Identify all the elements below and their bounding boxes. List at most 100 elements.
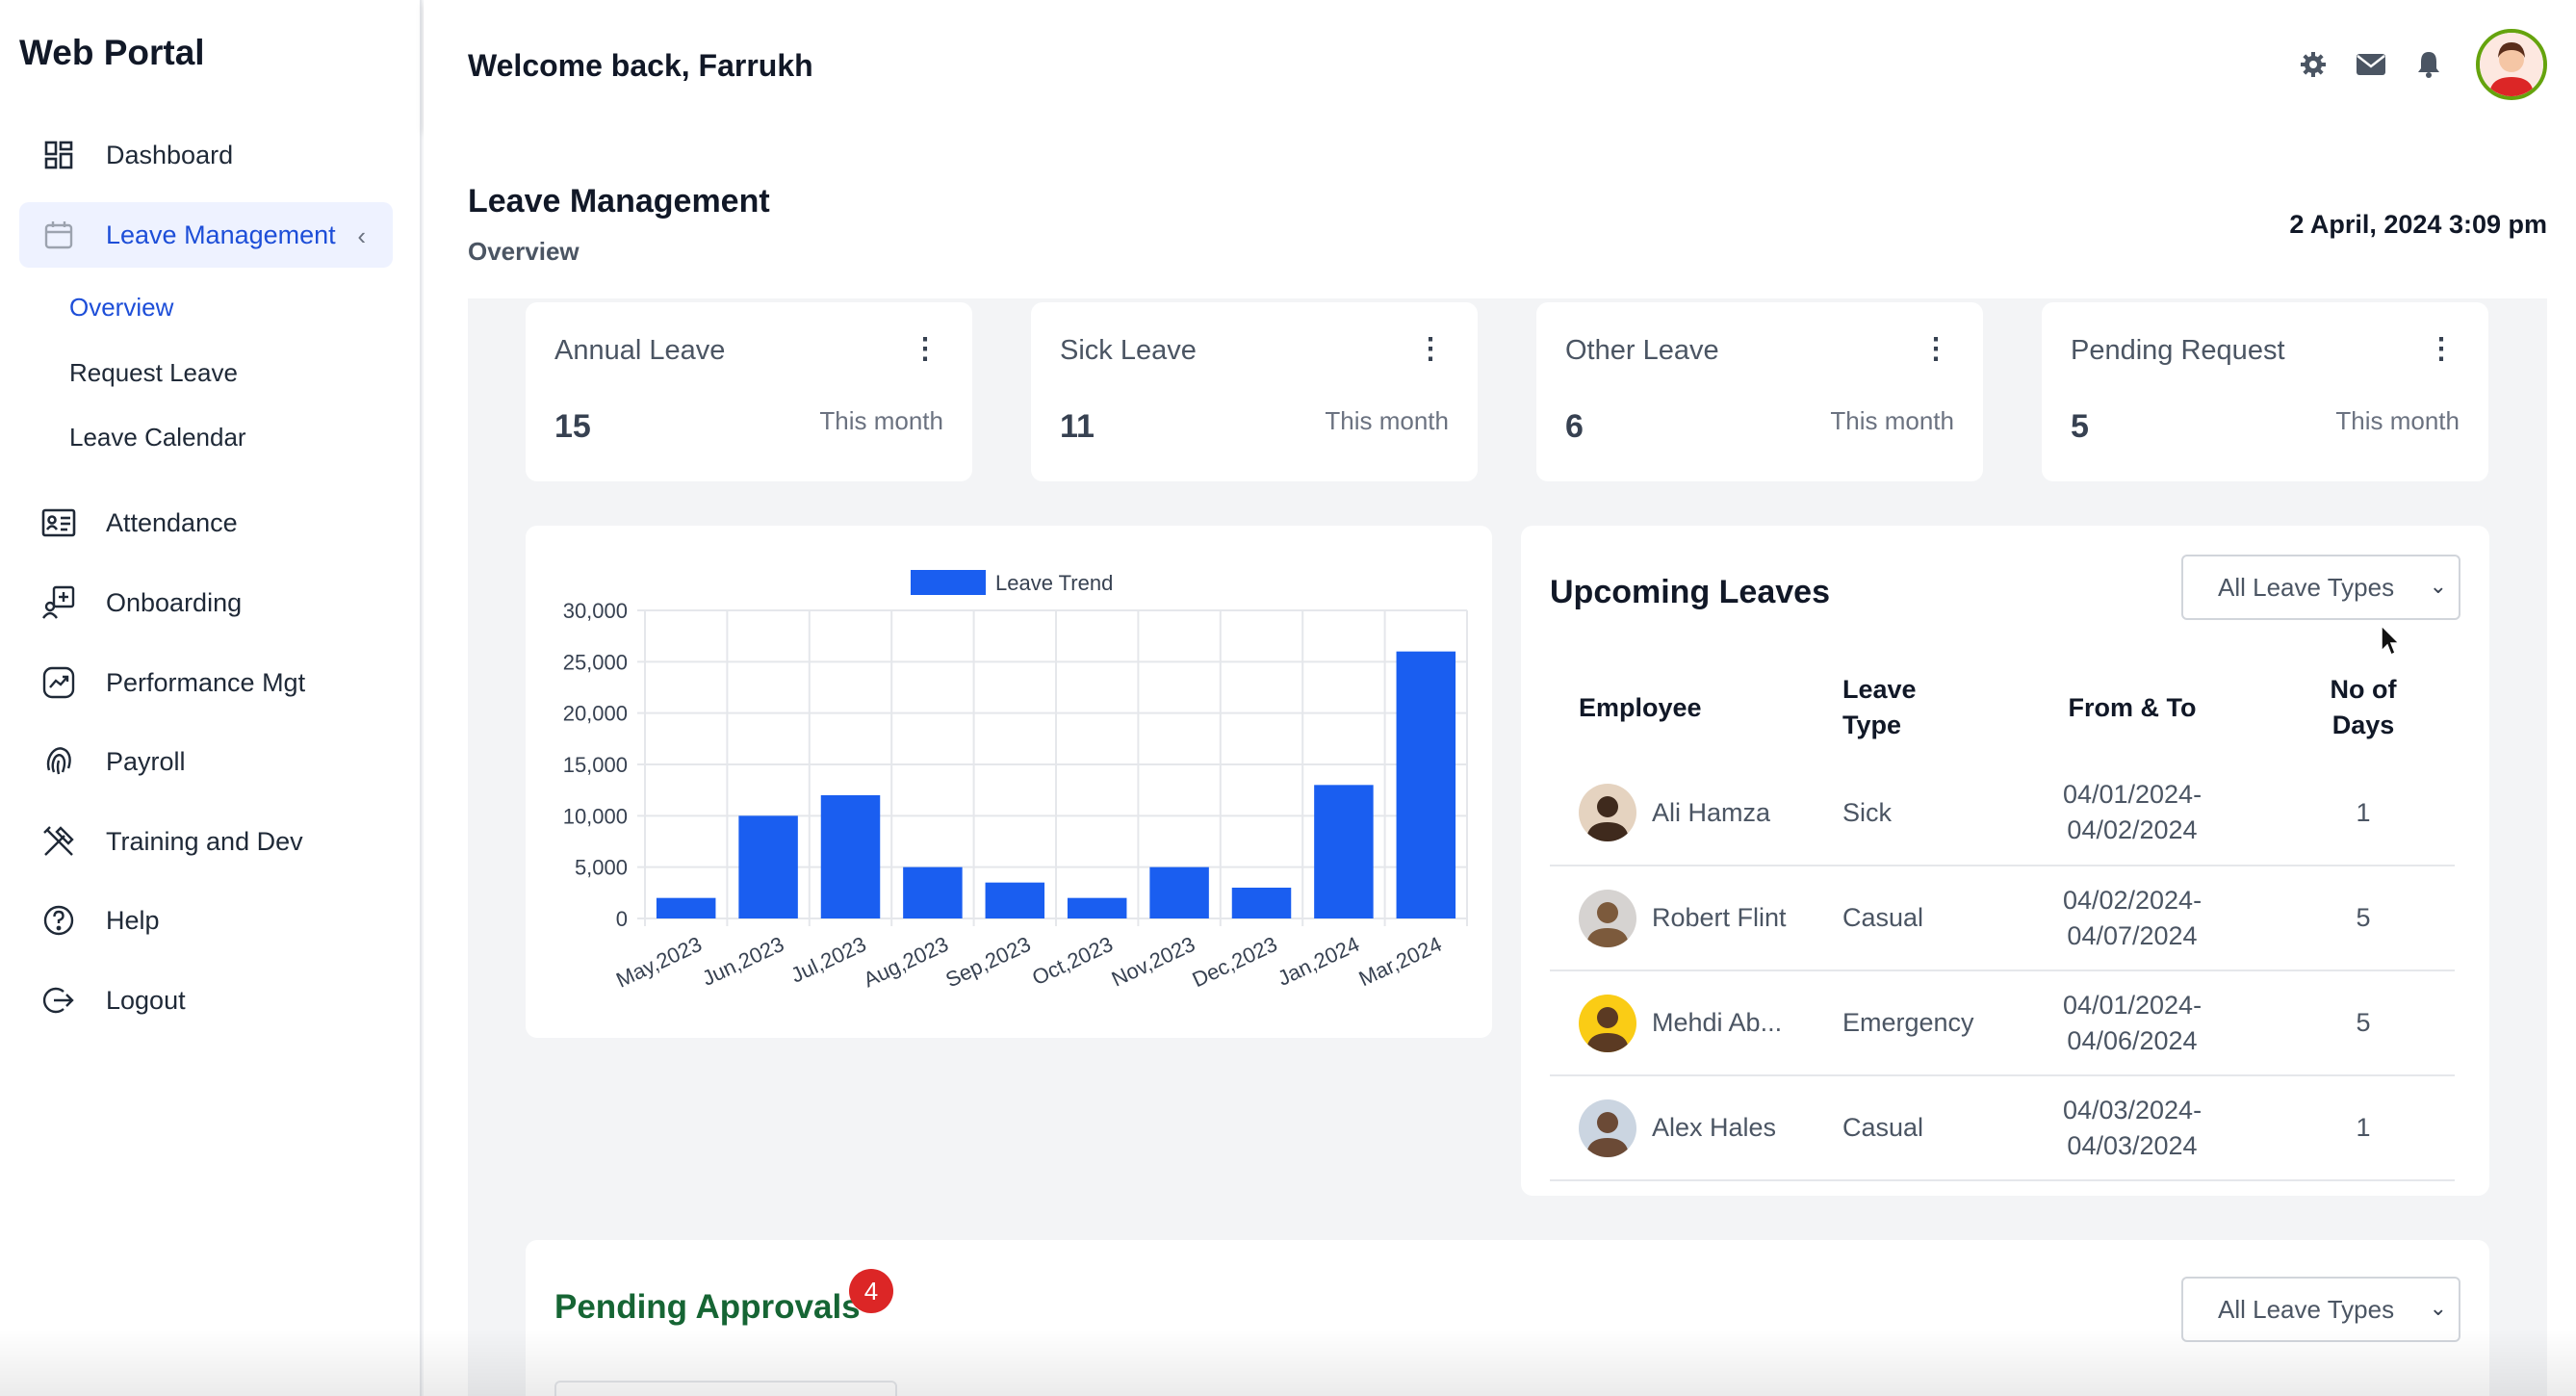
subnav-overview[interactable]: Overview [69,293,173,323]
chart-bar [738,815,798,918]
employee-avatar [1579,1099,1636,1157]
employee-avatar [1579,889,1636,947]
sidebar-item-training[interactable]: Training and Dev [19,809,393,874]
more-options-icon[interactable]: ⋮ [1416,335,1445,364]
table-row[interactable]: Robert Flint Casual 04/02/2024- 04/07/2024 5 [1550,866,2455,971]
table-row[interactable]: Mehdi Ab... Emergency 04/01/2024- 04/06/202… [1550,970,2455,1076]
sidebar-item-payroll[interactable]: Payroll [19,729,393,794]
page-subtitle: Overview [468,237,580,266]
employee-name: Mehdi Ab... [1652,1008,1783,1037]
gear-icon[interactable] [2297,48,2330,81]
y-tick-label: 5,000 [575,856,628,880]
subnav-request-leave[interactable]: Request Leave [69,358,238,388]
mail-icon[interactable] [2355,48,2387,81]
upcoming-leaves-title: Upcoming Leaves [1550,574,1830,610]
mouse-cursor-icon [2380,624,2401,661]
stat-title: Pending Request [2071,335,2285,366]
cell-employee: Mehdi Ab... [1550,970,1819,1076]
fingerprint-icon [39,741,79,782]
more-options-icon[interactable]: ⋮ [2427,335,2456,364]
help-circle-icon [39,900,79,941]
y-tick-label: 20,000 [563,702,628,726]
date-to: 04/02/2024 [2067,815,2198,844]
calendar-icon [39,215,79,255]
sidebar-item-label: Logout [106,985,186,1015]
col-days: No of Days [2330,675,2397,739]
stat-value: 15 [554,408,591,445]
logout-icon [39,980,79,1021]
sidebar-item-label: Dashboard [106,140,234,169]
sidebar-item-attendance[interactable]: Attendance [19,490,393,556]
y-tick-label: 10,000 [563,804,628,828]
stat-title: Sick Leave [1060,335,1197,366]
trend-chart-icon [39,662,79,703]
chevron-down-icon: ⌄ [2429,574,2447,598]
stat-period: This month [1325,406,1449,435]
y-tick-label: 0 [616,907,628,931]
more-options-icon[interactable]: ⋮ [911,335,940,364]
chevron-down-icon: ⌄ [2429,1296,2447,1320]
stat-card-pending: Pending Request ⋮ 5 This month [2042,302,2488,481]
sidebar-item-label: Onboarding [106,587,243,617]
x-tick-label: Mar,2024 [1355,932,1446,991]
leave-trend-chart-card: 0 5,000 10,000 15,000 20,000 25,000 30,000 May,… [526,526,1492,1038]
chart-bar [903,866,963,918]
sidebar-item-performance[interactable]: Performance Mgt [19,650,393,715]
sidebar-item-label: Performance Mgt [106,667,306,697]
more-options-icon[interactable]: ⋮ [1921,335,1950,364]
sidebar-item-logout[interactable]: Logout [19,968,393,1033]
sidebar-item-label: Training and Dev [106,826,303,856]
cell-dates: 04/01/2024- 04/06/2024 [1993,970,2272,1076]
employee-name: Ali Hamza [1652,797,1771,827]
x-tick-label: Jun,2023 [699,932,788,991]
cell-days: 5 [2272,866,2455,971]
date-from: 04/03/2024- [2062,1095,2202,1125]
date-from: 04/02/2024- [2062,885,2202,915]
legend-label: Leave Trend [995,571,1113,595]
table-row[interactable]: Ali Hamza Sick 04/01/2024- 04/02/2024 1 [1550,761,2455,866]
upcoming-leave-type-select[interactable]: All Leave Types ⌄ [2181,555,2460,620]
table-row[interactable]: Alex Hales Casual 04/03/2024- 04/03/2024 1 [1550,1075,2455,1181]
subnav-leave-calendar[interactable]: Leave Calendar [69,423,246,452]
col-employee: Employee [1579,692,1702,722]
dashboard-area: Annual Leave ⋮ 15 This month Sick Leave … [468,298,2547,1396]
employee-name: Alex Hales [1652,1113,1777,1142]
leave-trend-chart: 0 5,000 10,000 15,000 20,000 25,000 30,000 May,… [563,570,1468,993]
chart-bar [1067,897,1127,918]
sidebar-item-onboarding[interactable]: Onboarding [19,570,393,635]
cell-dates: 04/01/2024- 04/02/2024 [1993,761,2272,866]
stat-value: 6 [1565,408,1584,445]
x-tick-label: May,2023 [612,932,706,993]
stat-card-sick: Sick Leave ⋮ 11 This month [1031,302,1478,481]
date-to: 04/07/2024 [2067,920,2198,950]
bell-icon[interactable] [2412,48,2445,81]
sidebar-item-leave-management[interactable]: Leave Management ‹ [19,202,393,268]
chart-bar [1231,888,1292,918]
chart-bar [1149,866,1209,918]
chevron-left-icon[interactable]: ‹ [357,221,366,251]
top-header: Welcome back, Farrukh [424,0,2576,129]
cell-employee: Alex Hales [1550,1075,1819,1181]
sidebar-item-label: Leave Management [106,220,336,249]
dashboard-icon [39,135,79,175]
stat-period: This month [819,406,943,435]
id-card-icon [39,503,79,543]
sidebar-item-dashboard[interactable]: Dashboard [19,122,393,188]
cell-leave-type: Casual [1819,1075,1993,1181]
chart-bar [656,897,716,918]
page-title: Leave Management [468,183,770,220]
x-tick-label: Sep,2023 [941,932,1034,992]
pending-count-badge: 4 [849,1269,893,1313]
brand-logo: Web Portal [19,33,205,72]
user-avatar[interactable] [2476,29,2547,100]
x-tick-label: Jan,2024 [1274,932,1363,991]
x-tick-label: Aug,2023 [860,932,952,992]
upcoming-leaves-table: Employee Leave Type From & To No of Days… [1550,655,2455,1181]
x-tick-label: Oct,2023 [1028,932,1116,990]
tools-icon [39,821,79,862]
date-from: 04/01/2024- [2062,780,2202,809]
sidebar-item-help[interactable]: Help [19,888,393,953]
pending-leave-type-select[interactable]: All Leave Types ⌄ [2181,1277,2460,1342]
cell-employee: Ali Hamza [1550,761,1819,866]
employee-name: Robert Flint [1652,903,1787,932]
